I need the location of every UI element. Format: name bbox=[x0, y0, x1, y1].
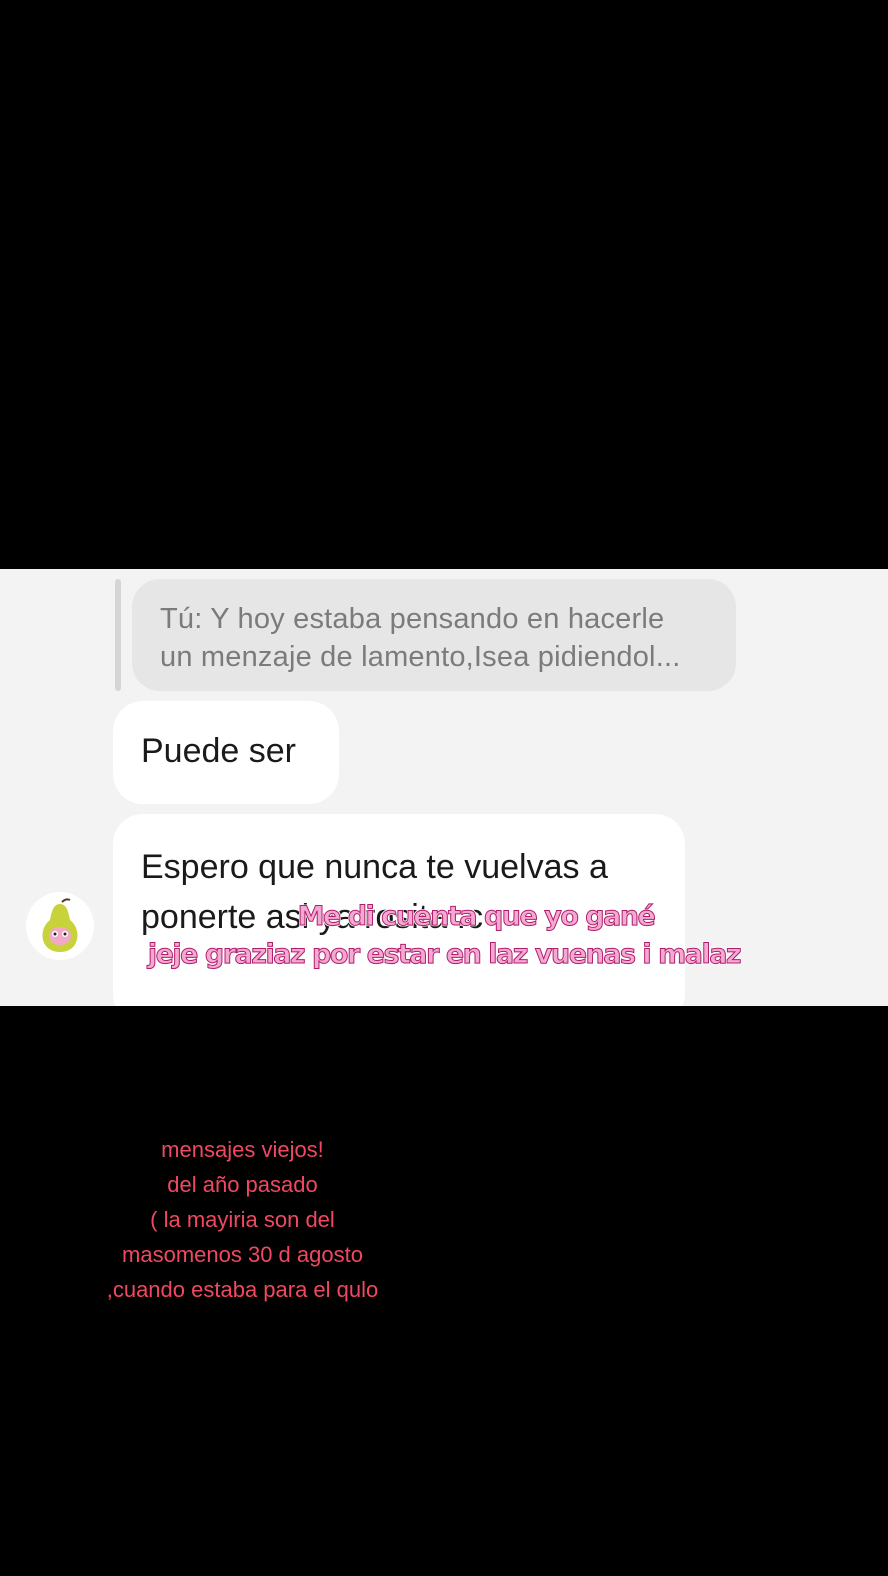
caption-line: Me di cuenta que yo gané bbox=[297, 901, 656, 933]
side-note-line: mensajes viejos! bbox=[161, 1137, 324, 1162]
caption-line: jeje graziaz por estar en laz vuenas i m… bbox=[147, 939, 742, 971]
message-text: Puede ser bbox=[141, 732, 296, 770]
reply-indicator-bar bbox=[115, 579, 121, 691]
message-text: Espero que nunca te vuelvas a bbox=[141, 848, 608, 886]
side-note-line: ( la mayiria son del bbox=[150, 1207, 335, 1232]
reply-preview-bubble[interactable]: Tú: Y hoy estaba pensando en hacerle un … bbox=[132, 579, 736, 691]
overlay-caption: Me di cuenta que yo gané jeje graziaz po… bbox=[0, 898, 888, 974]
side-note-line: masomenos 30 d agosto bbox=[122, 1242, 363, 1267]
message-bubble[interactable]: Puede ser bbox=[113, 701, 339, 804]
side-note: mensajes viejos! del año pasado ( la may… bbox=[40, 1132, 445, 1307]
reply-preview-line: Tú: Y hoy estaba pensando en hacerle bbox=[160, 603, 665, 635]
reply-preview-line: un menzaje de lamento,Isea pidiendol... bbox=[160, 641, 681, 673]
side-note-line: ,cuando estaba para el qulo bbox=[106, 1277, 379, 1302]
side-note-line: del año pasado bbox=[167, 1172, 318, 1197]
